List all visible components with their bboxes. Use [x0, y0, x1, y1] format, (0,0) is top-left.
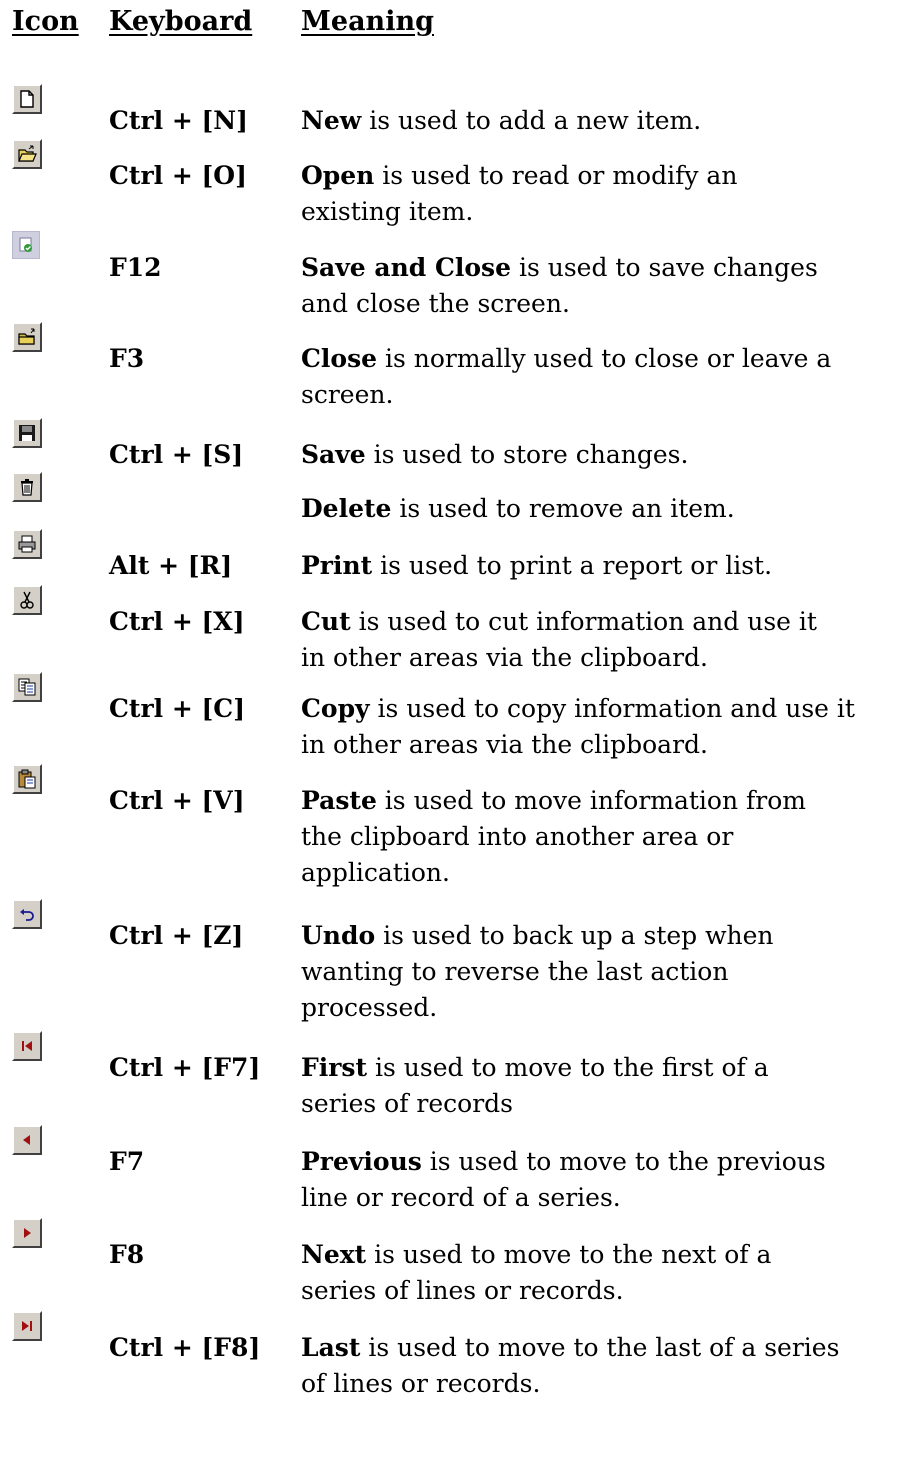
shortcut-meaning: First is used to move to the first of a s… [301, 1050, 901, 1122]
action-description-line2: in other areas via the clipboard. [301, 730, 708, 759]
shortcut-key: Ctrl + [F8] [109, 1333, 261, 1362]
shortcut-key: Ctrl + [O] [109, 161, 247, 190]
shortcut-meaning: New is used to add a new item. [301, 103, 901, 139]
action-description: is used to move to the first of a [367, 1053, 769, 1082]
shortcut-meaning: Save and Close is used to save changes an… [301, 250, 901, 322]
shortcut-meaning: Undo is used to back up a step when wanti… [301, 918, 901, 1026]
action-name: First [301, 1053, 368, 1082]
undo-arrow-icon[interactable] [12, 899, 42, 929]
shortcut-key: Alt + [R] [109, 551, 233, 580]
shortcut-key: Ctrl + [N] [109, 106, 248, 135]
shortcut-meaning: Next is used to move to the next of a ser… [301, 1237, 901, 1309]
action-description: is used to read or modify an [374, 161, 738, 190]
action-description-line2: line or record of a series. [301, 1183, 621, 1212]
shortcut-key: F7 [109, 1147, 145, 1176]
action-name: Open [301, 161, 375, 190]
action-description: is used to add a new item. [361, 106, 702, 135]
shortcut-key: Ctrl + [Z] [109, 921, 244, 950]
action-name: Save and Close [301, 253, 511, 282]
action-name: Undo [301, 921, 376, 950]
action-description: is used to print a report or list. [372, 551, 773, 580]
action-name: Next [301, 1240, 367, 1269]
action-description-line2: series of records [301, 1089, 513, 1118]
previous-record-icon[interactable] [12, 1125, 42, 1155]
next-record-icon[interactable] [12, 1218, 42, 1248]
action-description: is used to save changes [511, 253, 818, 282]
action-description-line2: the clipboard into another area or [301, 822, 734, 851]
shortcut-key: F8 [109, 1240, 145, 1269]
action-description: is used to move to the last of a series [360, 1333, 840, 1362]
action-name: Close [301, 344, 378, 373]
action-name: New [301, 106, 362, 135]
action-description-line2: and close the screen. [301, 289, 570, 318]
shortcut-meaning: Paste is used to move information from th… [301, 783, 901, 891]
action-description: is used to move to the next of a [366, 1240, 772, 1269]
action-name: Print [301, 551, 373, 580]
shortcut-meaning: Open is used to read or modify an existin… [301, 158, 901, 230]
shortcut-meaning: Print is used to print a report or list. [301, 548, 901, 584]
shortcut-key: Ctrl + [C] [109, 694, 246, 723]
action-name: Save [301, 440, 366, 469]
action-name: Copy [301, 694, 370, 723]
action-description: is used to move to the previous [421, 1147, 826, 1176]
scissors-icon[interactable] [12, 585, 42, 615]
action-description-line2: series of lines or records. [301, 1276, 624, 1305]
last-record-icon[interactable] [12, 1311, 42, 1341]
printer-icon[interactable] [12, 529, 42, 559]
shortcut-key: Ctrl + [V] [109, 786, 245, 815]
action-description-line2: existing item. [301, 197, 474, 226]
shortcut-key: Ctrl + [S] [109, 440, 244, 469]
action-description-line2: wanting to reverse the last action [301, 957, 729, 986]
copy-icon[interactable] [12, 672, 42, 702]
close-folder-icon[interactable] [12, 322, 42, 352]
action-description-line2: of lines or records. [301, 1369, 541, 1398]
paste-clipboard-icon[interactable] [12, 764, 42, 794]
shortcut-meaning: Cut is used to cut information and use i… [301, 604, 901, 676]
action-description-line2: in other areas via the clipboard. [301, 643, 708, 672]
header-meaning: Meaning [301, 6, 434, 37]
trash-can-icon[interactable] [12, 472, 42, 502]
action-description: is normally used to close or leave a [377, 344, 832, 373]
header-keyboard: Keyboard [109, 6, 253, 37]
shortcut-meaning: Save is used to store changes. [301, 437, 901, 473]
action-description-line3: processed. [301, 993, 438, 1022]
open-folder-icon[interactable] [12, 139, 42, 169]
action-description: is used to store changes. [365, 440, 689, 469]
shortcut-meaning: Previous is used to move to the previous… [301, 1144, 901, 1216]
action-description-line2: screen. [301, 380, 394, 409]
first-record-icon[interactable] [12, 1031, 42, 1061]
shortcut-meaning: Last is used to move to the last of a se… [301, 1330, 901, 1402]
shortcut-meaning: Delete is used to remove an item. [301, 491, 901, 527]
shortcut-key: Ctrl + [F7] [109, 1053, 261, 1082]
shortcut-key: Ctrl + [X] [109, 607, 245, 636]
action-description: is used to remove an item. [391, 494, 735, 523]
new-document-icon[interactable] [12, 84, 42, 114]
shortcut-key: F3 [109, 344, 145, 373]
floppy-disk-icon[interactable] [12, 418, 42, 448]
action-description: is used to cut information and use it [350, 607, 817, 636]
action-description: is used to move information from [376, 786, 806, 815]
action-name: Delete [301, 494, 392, 523]
action-name: Last [301, 1333, 361, 1362]
shortcut-meaning: Close is normally used to close or leave… [301, 341, 901, 413]
save-and-close-icon[interactable] [12, 231, 40, 259]
action-name: Paste [301, 786, 377, 815]
action-description: is used to back up a step when [375, 921, 774, 950]
action-description-line3: application. [301, 858, 450, 887]
shortcut-meaning: Copy is used to copy information and use… [301, 691, 901, 763]
action-name: Previous [301, 1147, 422, 1176]
action-description: is used to copy information and use it [369, 694, 855, 723]
header-icon: Icon [12, 6, 79, 37]
shortcut-key: F12 [109, 253, 162, 282]
action-name: Cut [301, 607, 351, 636]
